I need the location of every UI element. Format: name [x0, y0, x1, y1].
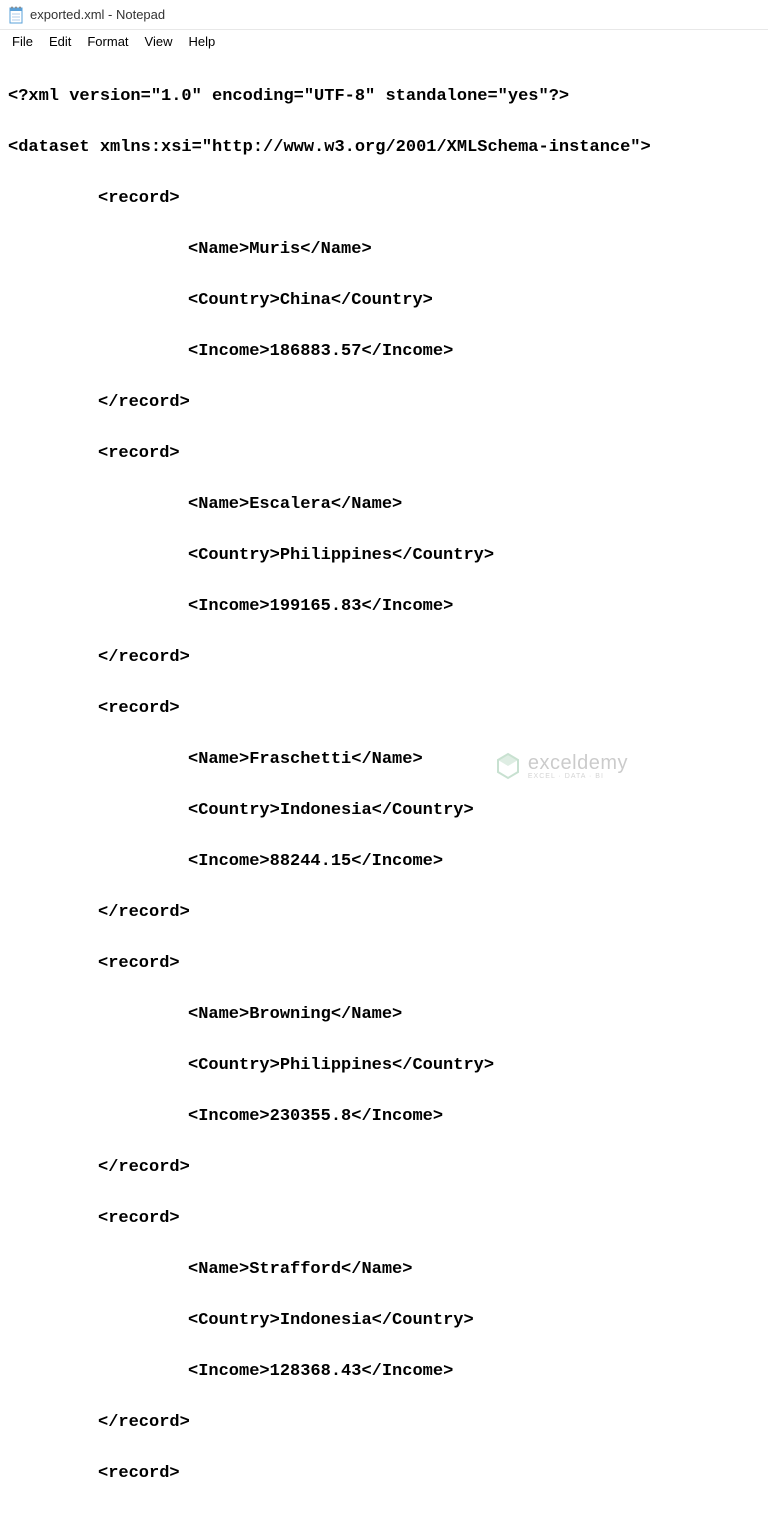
window-title: exported.xml - Notepad — [30, 7, 165, 22]
xml-root-open: <dataset xmlns:xsi="http://www.w3.org/20… — [8, 135, 760, 161]
record-close: </record> — [8, 1410, 760, 1436]
text-editor[interactable]: <?xml version="1.0" encoding="UTF-8" sta… — [0, 52, 768, 1518]
record-name: <Name>Browning</Name> — [8, 1002, 760, 1028]
record-close: </record> — [8, 900, 760, 926]
record-name: <Name>Fraschetti</Name> — [8, 747, 760, 773]
record-income: <Income>186883.57</Income> — [8, 339, 760, 365]
menu-help[interactable]: Help — [180, 32, 223, 51]
record-open: <record> — [8, 696, 760, 722]
menu-bar: File Edit Format View Help — [0, 30, 768, 52]
title-bar: exported.xml - Notepad — [0, 0, 768, 30]
record-close: </record> — [8, 645, 760, 671]
record-country: <Country>Philippines</Country> — [8, 543, 760, 569]
menu-format[interactable]: Format — [79, 32, 136, 51]
record-name: <Name>Strafford</Name> — [8, 1257, 760, 1283]
record-income: <Income>128368.43</Income> — [8, 1359, 760, 1385]
record-name: <Name>Escalera</Name> — [8, 492, 760, 518]
record-close: </record> — [8, 390, 760, 416]
menu-view[interactable]: View — [137, 32, 181, 51]
record-close: </record> — [8, 1155, 760, 1181]
record-income: <Income>199165.83</Income> — [8, 594, 760, 620]
record-income: <Income>230355.8</Income> — [8, 1104, 760, 1130]
record-country: <Country>Indonesia</Country> — [8, 1308, 760, 1334]
record-income: <Income>88244.15</Income> — [8, 849, 760, 875]
record-country: <Country>Philippines</Country> — [8, 1053, 760, 1079]
record-open: <record> — [8, 1206, 760, 1232]
menu-file[interactable]: File — [4, 32, 41, 51]
record-open: <record> — [8, 186, 760, 212]
record-name: <Name>Muris</Name> — [8, 237, 760, 263]
notepad-icon — [8, 5, 24, 25]
record-country: <Country>Indonesia</Country> — [8, 798, 760, 824]
record-country: <Country>China</Country> — [8, 288, 760, 314]
record-open: <record> — [8, 951, 760, 977]
record-open: <record> — [8, 441, 760, 467]
menu-edit[interactable]: Edit — [41, 32, 79, 51]
record-open: <record> — [8, 1461, 760, 1487]
xml-declaration: <?xml version="1.0" encoding="UTF-8" sta… — [8, 84, 760, 110]
